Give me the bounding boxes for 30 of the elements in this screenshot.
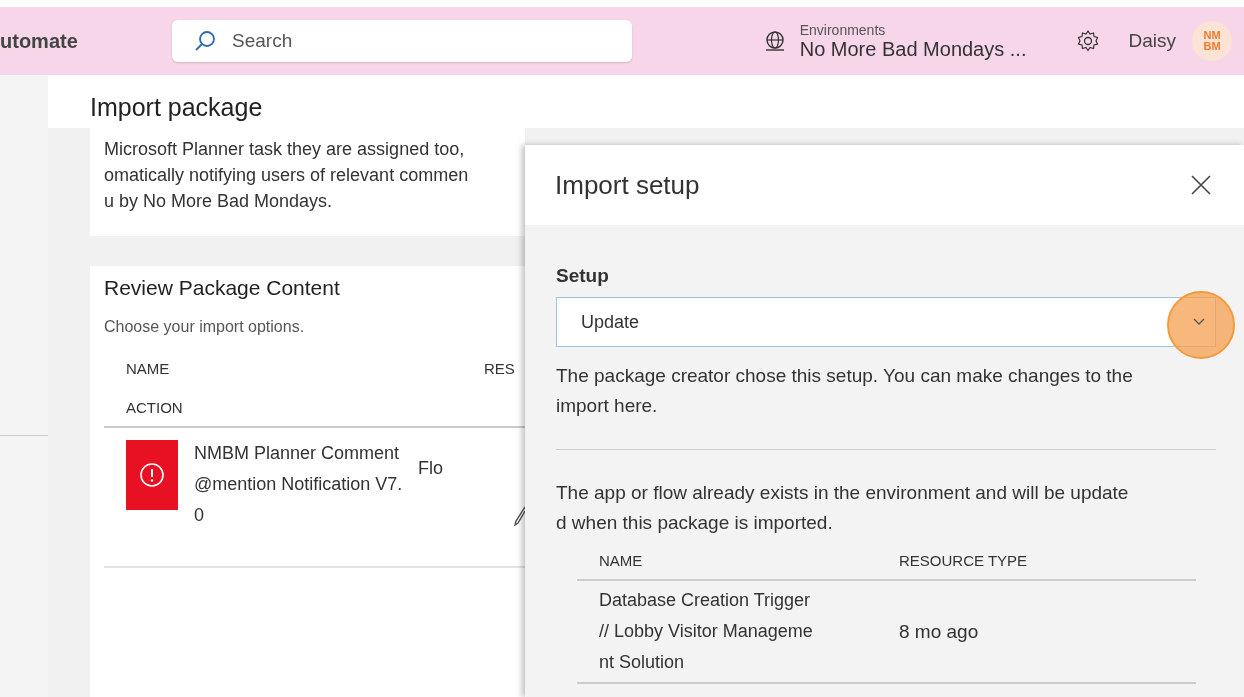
globe-icon	[763, 30, 786, 52]
resource-name: NMBM Planner Comment @mention Notification V7.0	[194, 442, 404, 527]
app-name: utomate	[0, 29, 79, 53]
setup-label: Setup	[556, 265, 610, 287]
description-text: omatically notifying users of relevant commen	[104, 164, 470, 187]
resource-type: Flo	[418, 458, 443, 479]
card-title: Review Package Content	[104, 276, 341, 300]
search-field[interactable]: Search	[172, 20, 632, 62]
update-info: The app or flow already exists in the environment and will be updated when this package is imported.	[556, 481, 1130, 535]
environment-name: No More Bad Mondays ...	[799, 37, 1027, 61]
description-text: Microsoft Planner task they are assigned too,	[104, 138, 466, 161]
column-header: NAME	[126, 360, 171, 377]
environment-label: Environments	[799, 21, 887, 38]
card-subtitle: Choose your import options.	[104, 318, 306, 336]
error-icon	[126, 440, 178, 510]
column-header: RESOURCE TYPE	[899, 552, 1029, 569]
search-input[interactable]: Search	[230, 29, 632, 53]
column-header: ACTION	[126, 399, 183, 416]
table-cell-text: Database Creation Trigger // Lobby Visitor Management Solution	[599, 589, 814, 674]
environment-picker[interactable]: Environments No More Bad Mondays ...	[763, 21, 1027, 61]
column-header: RES	[484, 360, 515, 377]
description-text: u by No More Bad Mondays.	[104, 190, 334, 213]
panel-title: Import setup	[555, 169, 700, 201]
table-cell-text: 8 mo ago	[899, 620, 980, 643]
settings-icon[interactable]	[1076, 29, 1101, 53]
search-icon	[194, 30, 216, 52]
user-name: Daisy	[1128, 30, 1176, 52]
page-title: Import package	[90, 93, 264, 122]
setup-note: The package creator chose this setup. You can make changes to the import here.	[556, 364, 1134, 418]
column-header: NAME	[599, 552, 644, 569]
